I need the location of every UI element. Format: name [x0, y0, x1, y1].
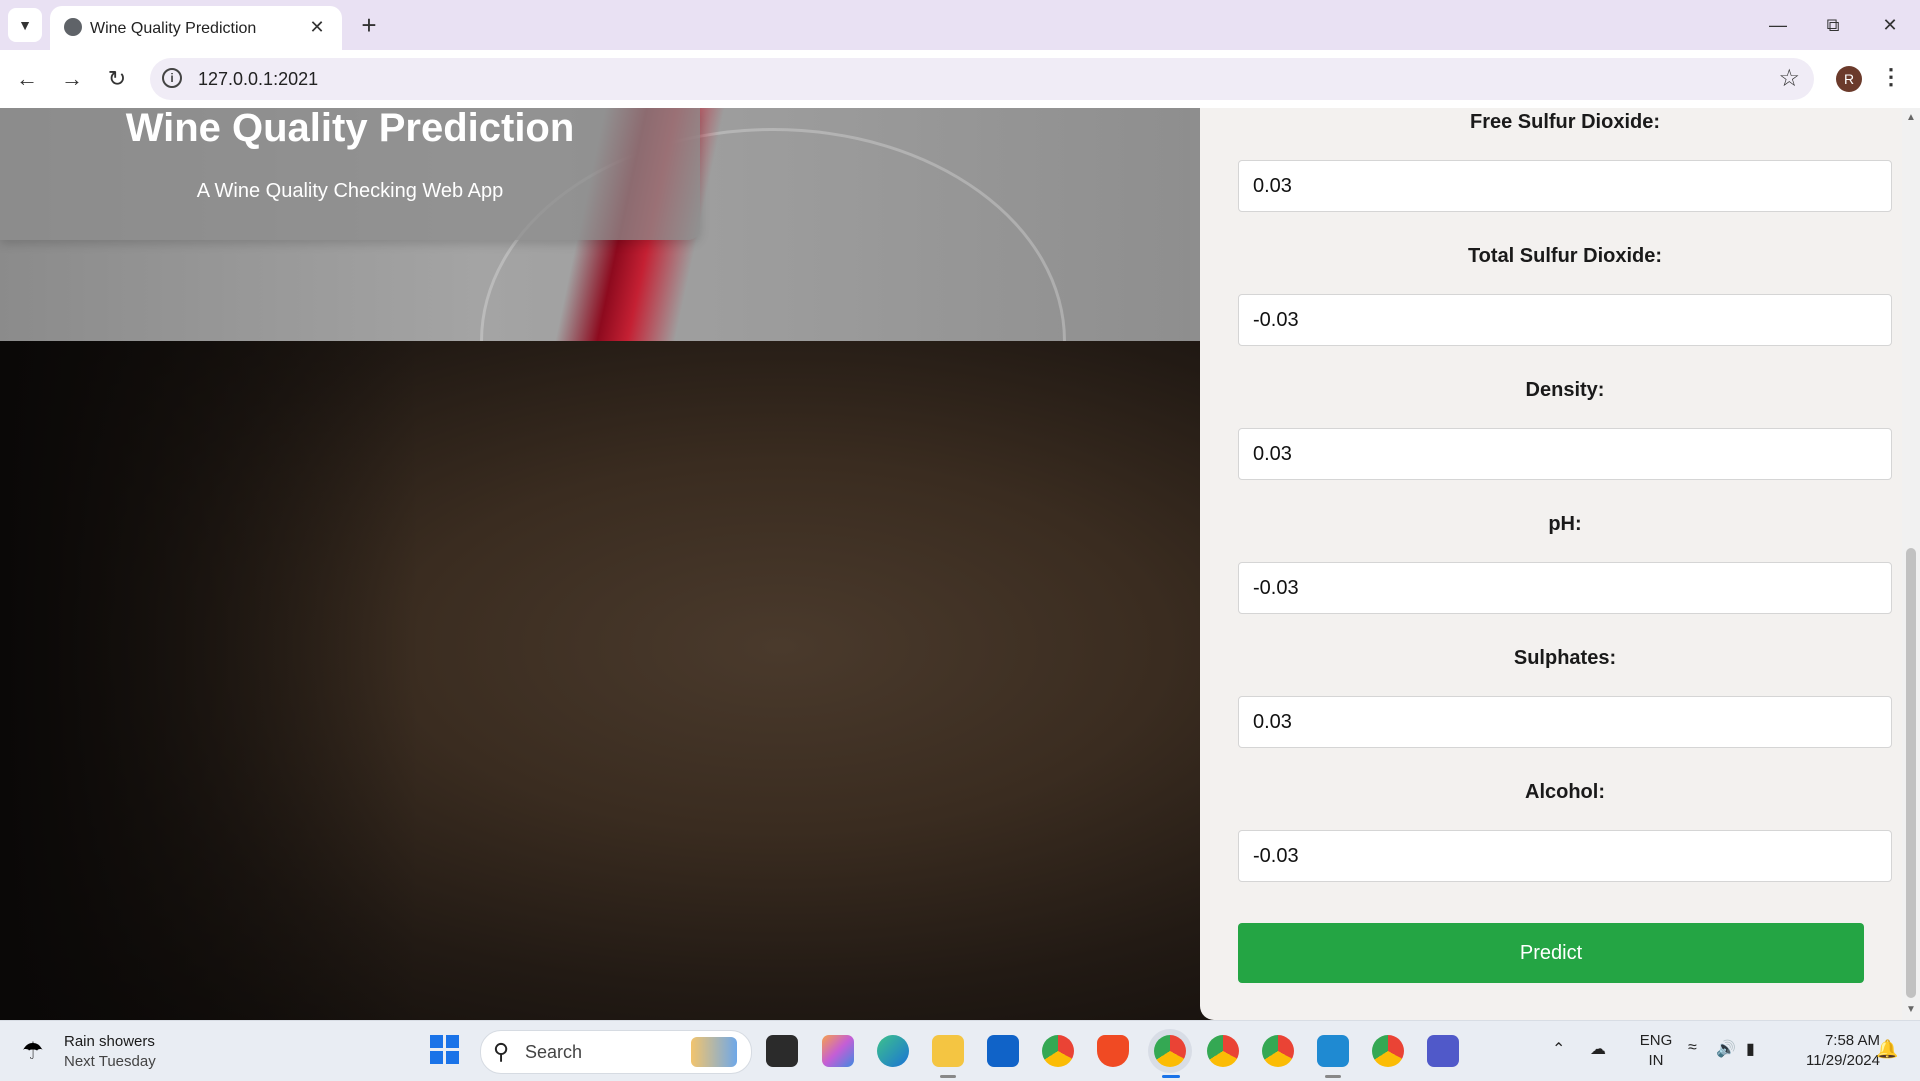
- browser-toolbar: ← → ↻ i 127.0.0.1:2021 ☆ R ⋮: [0, 50, 1920, 108]
- alcohol-input[interactable]: -0.03: [1238, 830, 1892, 882]
- field-density: Density: 0.03: [1236, 376, 1894, 480]
- weather-condition: Rain showers: [64, 1033, 155, 1050]
- scroll-down-icon[interactable]: ▼: [1906, 1004, 1916, 1015]
- address-bar[interactable]: i 127.0.0.1:2021 ☆: [150, 58, 1814, 100]
- search-icon: ⚲: [493, 1039, 510, 1064]
- clock-time: 7:58 AM: [1824, 1032, 1880, 1049]
- outlook-icon[interactable]: [987, 1035, 1019, 1067]
- back-icon[interactable]: ←: [10, 62, 44, 96]
- density-input[interactable]: 0.03: [1238, 428, 1892, 480]
- onedrive-cloud-icon[interactable]: ☁: [1590, 1039, 1606, 1059]
- ph-input[interactable]: -0.03: [1238, 562, 1892, 614]
- chrome-profile-r-icon[interactable]: [1154, 1035, 1186, 1067]
- forward-icon[interactable]: →: [55, 62, 89, 96]
- minimize-icon[interactable]: —: [1758, 8, 1798, 42]
- field-label: Density:: [1525, 379, 1605, 401]
- wifi-icon[interactable]: ≈: [1688, 1039, 1697, 1057]
- field-free-sulfur-dioxide: Free Sulfur Dioxide: 0.03: [1236, 108, 1894, 212]
- tab-search-button[interactable]: ▼: [8, 8, 42, 42]
- taskbar-search[interactable]: ⚲ Search: [480, 1030, 752, 1074]
- reload-icon[interactable]: ↻: [100, 62, 134, 96]
- language-indicator[interactable]: ENG IN: [1636, 1031, 1676, 1071]
- browser-tab-bar: ▼ Wine Quality Prediction ✕ + — ⧉ ✕: [0, 0, 1920, 50]
- menu-kebab-icon[interactable]: ⋮: [1880, 64, 1902, 90]
- field-label: Free Sulfur Dioxide:: [1469, 111, 1661, 133]
- free-sulfur-dioxide-input[interactable]: 0.03: [1238, 160, 1892, 212]
- battery-icon[interactable]: ▮: [1746, 1039, 1755, 1059]
- active-app-indicator: [1162, 1075, 1180, 1078]
- field-sulphates: Sulphates: 0.03: [1236, 644, 1894, 748]
- close-window-icon[interactable]: ✕: [1870, 8, 1910, 42]
- close-tab-icon[interactable]: ✕: [306, 16, 328, 38]
- scrollbar-thumb[interactable]: [1906, 548, 1916, 998]
- prediction-form: Free Sulfur Dioxide: 0.03 Total Sulfur D…: [1200, 108, 1902, 1020]
- brave-icon[interactable]: [1097, 1035, 1129, 1067]
- region-code: IN: [1648, 1052, 1664, 1069]
- chrome-profile-3-icon[interactable]: [1262, 1035, 1294, 1067]
- total-sulfur-dioxide-input[interactable]: -0.03: [1238, 294, 1892, 346]
- system-clock[interactable]: 7:58 AM 11/29/2024: [1784, 1031, 1880, 1071]
- search-highlight-icon: [691, 1037, 737, 1067]
- running-indicator: [1325, 1075, 1341, 1078]
- field-alcohol: Alcohol: -0.03: [1236, 778, 1894, 882]
- search-placeholder: Search: [525, 1042, 583, 1062]
- chrome-profile-2-icon[interactable]: [1207, 1035, 1239, 1067]
- windows-start-icon[interactable]: [430, 1035, 460, 1065]
- field-ph: pH: -0.03: [1236, 510, 1894, 614]
- page-viewport: Wine Quality Prediction A Wine Quality C…: [0, 108, 1920, 1020]
- profile-avatar[interactable]: R: [1836, 66, 1862, 92]
- globe-icon: [64, 18, 82, 36]
- scroll-up-icon[interactable]: ▲: [1906, 112, 1916, 123]
- vscode-icon[interactable]: [1317, 1035, 1349, 1067]
- rain-umbrella-icon: ☂: [22, 1038, 44, 1065]
- clock-date: 11/29/2024: [1806, 1052, 1880, 1069]
- background-shade: [0, 341, 420, 1020]
- weather-widget[interactable]: ☂ Rain showers Next Tuesday: [22, 1031, 202, 1071]
- field-label: Alcohol:: [1525, 781, 1605, 803]
- taskbar: ☂ Rain showers Next Tuesday ⚲ Search ⌃ ☁…: [0, 1020, 1920, 1081]
- header-card: Wine Quality Prediction A Wine Quality C…: [0, 108, 700, 240]
- new-tab-button[interactable]: +: [352, 8, 386, 42]
- chevron-up-icon[interactable]: ⌃: [1552, 1039, 1565, 1059]
- site-info-icon[interactable]: i: [162, 68, 182, 88]
- volume-icon[interactable]: 🔊: [1716, 1039, 1736, 1059]
- field-label: Sulphates:: [1513, 647, 1617, 669]
- tab-title: Wine Quality Prediction: [90, 20, 257, 37]
- chrome-profile-k-icon[interactable]: [1372, 1035, 1404, 1067]
- page-subtitle: A Wine Quality Checking Web App: [196, 180, 504, 202]
- running-indicator: [940, 1075, 956, 1078]
- field-label: Total Sulfur Dioxide:: [1467, 245, 1663, 267]
- copilot-icon[interactable]: [822, 1035, 854, 1067]
- field-label: pH:: [1548, 513, 1582, 535]
- teams-icon[interactable]: [1427, 1035, 1459, 1067]
- page-title: Wine Quality Prediction: [125, 108, 575, 150]
- predict-button[interactable]: Predict: [1238, 923, 1864, 983]
- task-view-icon[interactable]: [766, 1035, 798, 1067]
- language-code: ENG: [1639, 1032, 1673, 1049]
- url-text[interactable]: 127.0.0.1:2021: [198, 69, 318, 90]
- field-total-sulfur-dioxide: Total Sulfur Dioxide: -0.03: [1236, 242, 1894, 346]
- browser-tab-active[interactable]: Wine Quality Prediction ✕: [50, 6, 342, 50]
- notification-bell-icon[interactable]: 🔔: [1876, 1039, 1898, 1060]
- file-explorer-icon[interactable]: [932, 1035, 964, 1067]
- page-scrollbar[interactable]: ▲ ▼: [1902, 108, 1920, 1020]
- chrome-icon[interactable]: [1042, 1035, 1074, 1067]
- bookmark-star-icon[interactable]: ☆: [1778, 64, 1800, 93]
- chevron-down-icon: ▼: [18, 17, 32, 33]
- sulphates-input[interactable]: 0.03: [1238, 696, 1892, 748]
- edge-icon[interactable]: [877, 1035, 909, 1067]
- restore-icon[interactable]: ⧉: [1813, 8, 1853, 42]
- weather-forecast-day: Next Tuesday: [64, 1053, 156, 1070]
